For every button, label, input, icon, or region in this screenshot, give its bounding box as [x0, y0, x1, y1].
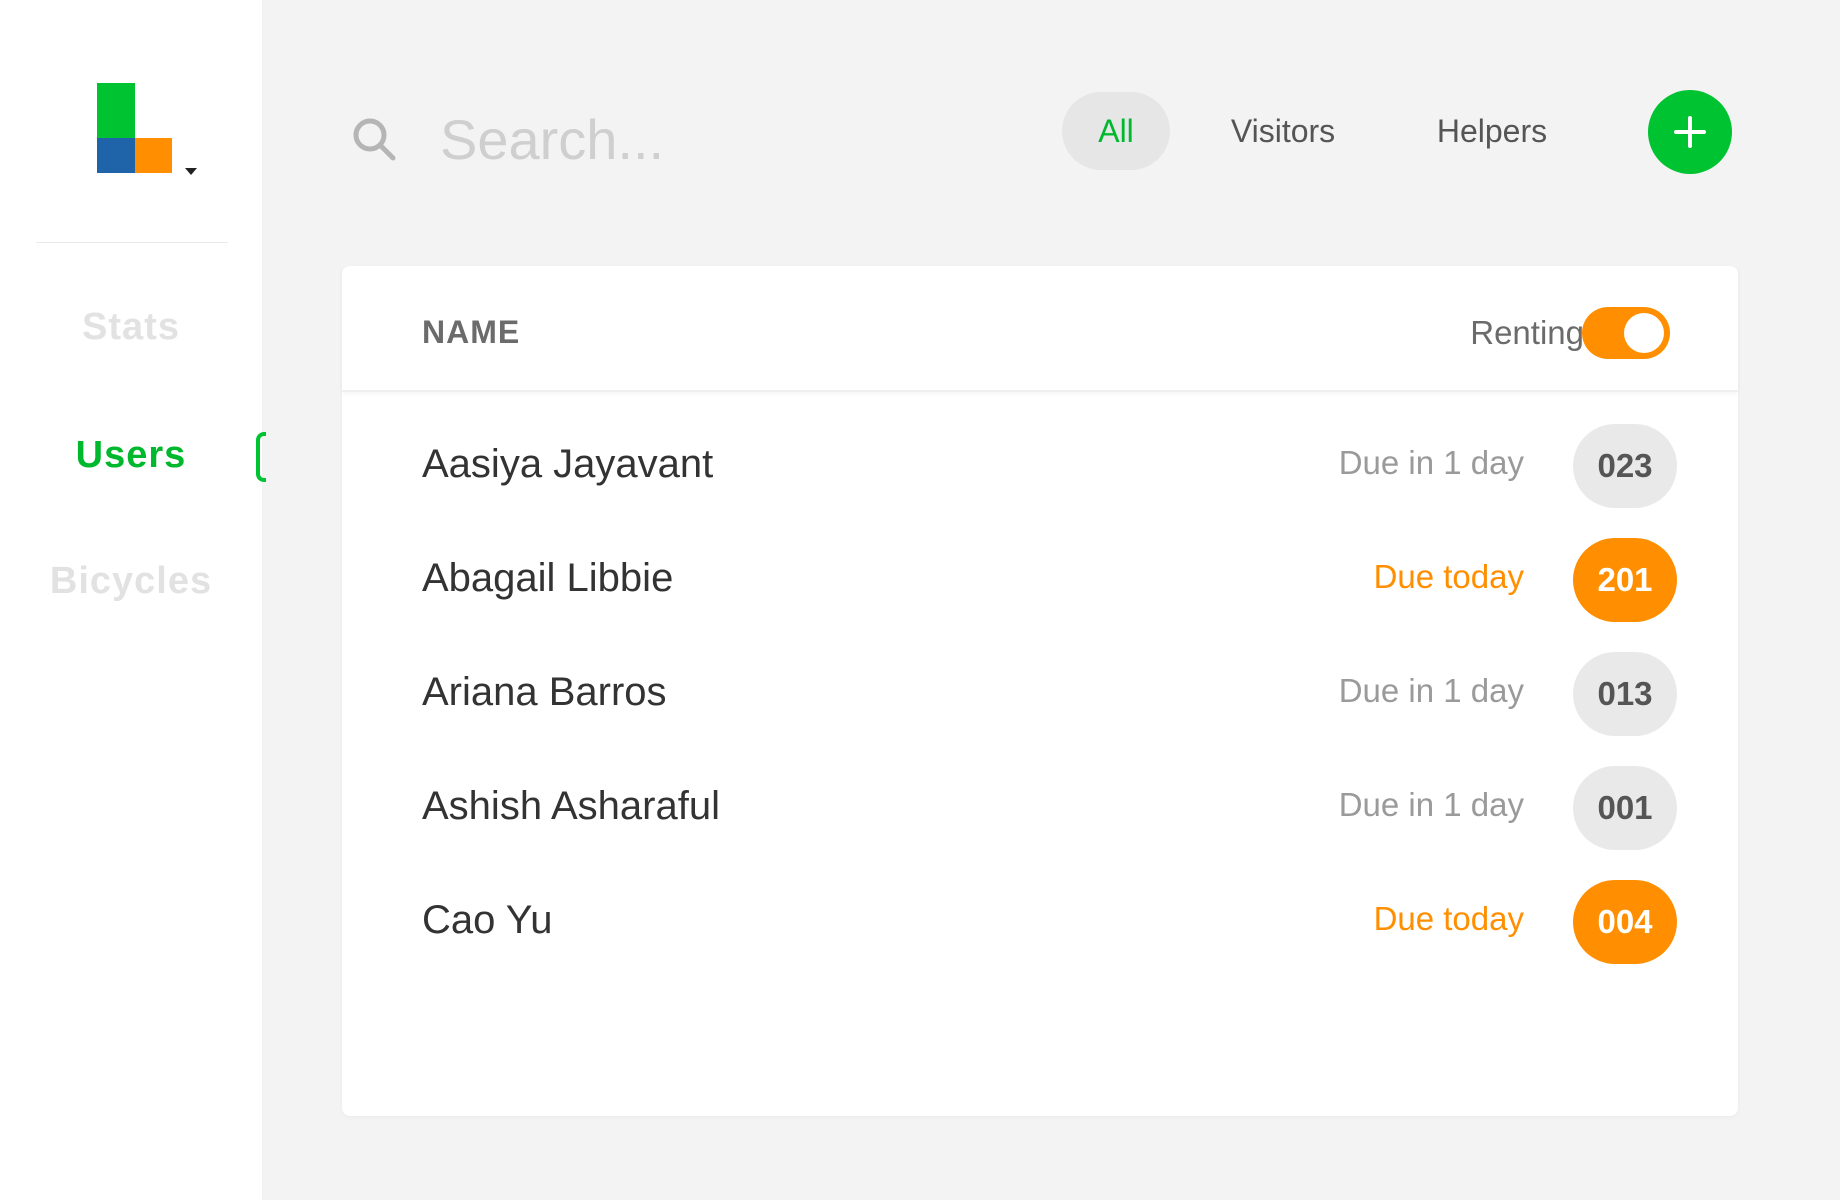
- toggle-knob: [1624, 313, 1664, 353]
- user-name: Cao Yu: [422, 898, 553, 942]
- bicycle-number-badge: 004: [1573, 880, 1677, 964]
- user-name: Abagail Libbie: [422, 556, 674, 600]
- bicycle-number-badge: 013: [1573, 652, 1677, 736]
- sidebar-item-label: Users: [75, 434, 187, 476]
- user-name: Ariana Barros: [422, 670, 667, 714]
- renting-toggle-label: Renting: [1470, 314, 1584, 351]
- filter-all[interactable]: All: [1062, 92, 1170, 170]
- column-header-name[interactable]: NAME: [422, 314, 520, 351]
- renting-toggle[interactable]: [1582, 307, 1670, 359]
- logo-orange-block: [135, 138, 172, 173]
- plus-icon: [1674, 116, 1706, 148]
- sidebar-item-bicycles[interactable]: Bicycles: [0, 560, 262, 603]
- logo-green-block: [97, 83, 135, 138]
- bicycle-number-badge: 001: [1573, 766, 1677, 850]
- search-icon[interactable]: [350, 115, 398, 163]
- bicycle-number-badge: 023: [1573, 424, 1677, 508]
- sidebar-item-label: Bicycles: [49, 560, 213, 602]
- search-input[interactable]: [440, 104, 1000, 174]
- app-window: Stats Users Bicycles All Visitors Helper…: [0, 0, 1840, 1200]
- users-table-card: NAME Renting Aasiya Jayavant Due in 1 da…: [342, 266, 1738, 1116]
- table-row[interactable]: Cao Yu Due today 004: [342, 854, 1738, 988]
- filter-label: Visitors: [1230, 113, 1336, 149]
- filter-label: Helpers: [1436, 113, 1548, 149]
- user-name: Aasiya Jayavant: [422, 442, 714, 486]
- bicycle-number-badge: 201: [1573, 538, 1677, 622]
- due-status: Due in 1 day: [1338, 672, 1524, 709]
- sidebar-divider: [36, 242, 228, 243]
- due-status: Due today: [1373, 558, 1524, 595]
- user-name: Ashish Asharaful: [422, 784, 720, 828]
- caret-down-icon[interactable]: [185, 168, 197, 175]
- filter-visitors[interactable]: Visitors: [1208, 92, 1358, 170]
- sidebar: Stats Users Bicycles: [0, 0, 266, 1200]
- due-status: Due in 1 day: [1338, 786, 1524, 823]
- filter-helpers[interactable]: Helpers: [1420, 92, 1564, 170]
- sidebar-item-label: Stats: [82, 306, 180, 348]
- filter-label: All: [1098, 113, 1134, 149]
- active-nav-indicator: [256, 432, 266, 482]
- due-status: Due today: [1373, 900, 1524, 937]
- add-user-button[interactable]: [1648, 90, 1732, 174]
- sidebar-item-users[interactable]: Users: [0, 434, 262, 477]
- due-status: Due in 1 day: [1338, 444, 1524, 481]
- logo-blue-block: [97, 138, 135, 173]
- sidebar-item-stats[interactable]: Stats: [0, 306, 262, 349]
- app-logo-icon[interactable]: [97, 83, 197, 179]
- table-header: NAME Renting: [342, 266, 1738, 392]
